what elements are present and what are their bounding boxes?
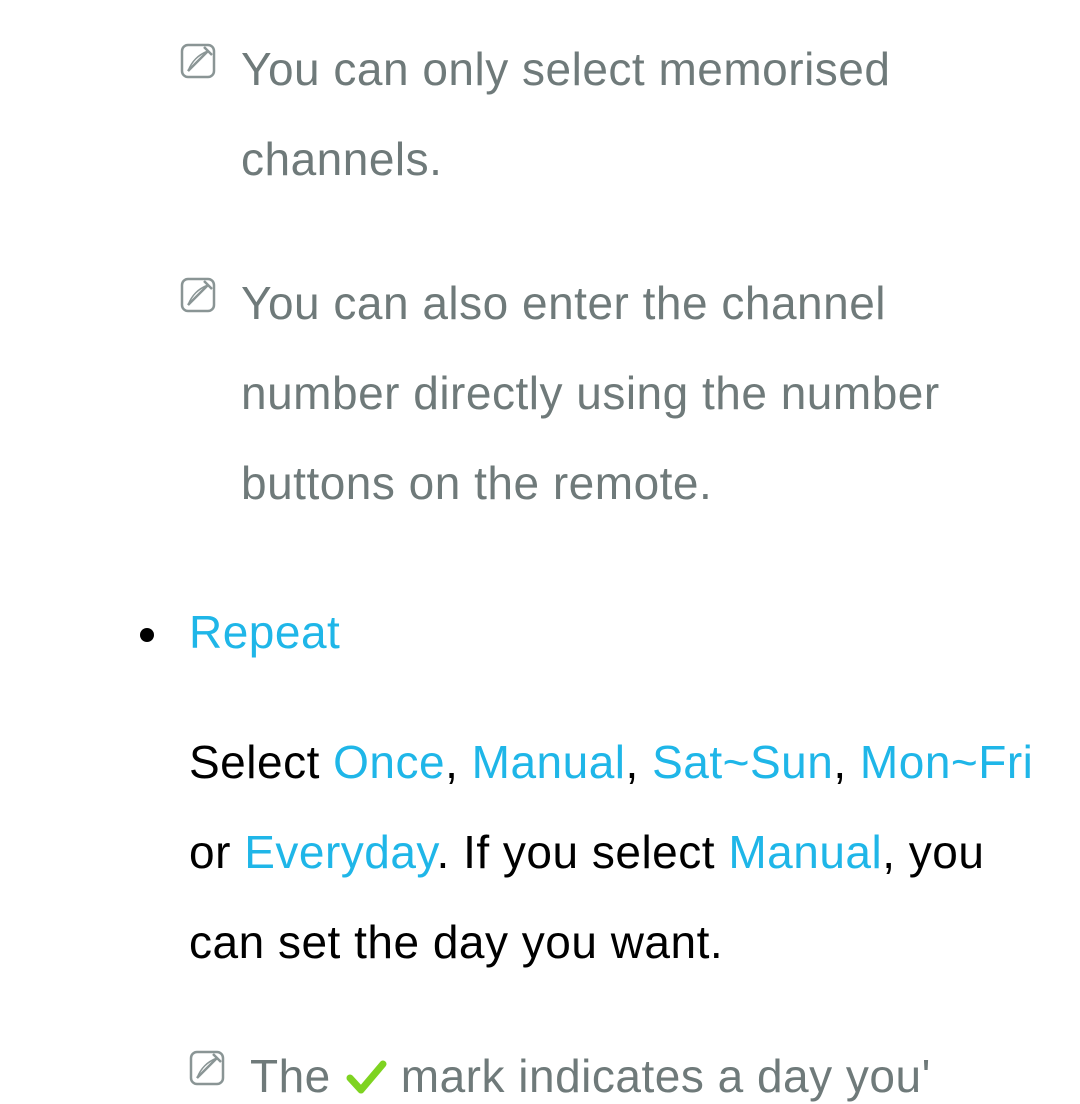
- repeat-heading: Repeat: [189, 588, 1040, 678]
- text: ,: [833, 736, 860, 788]
- text: Select: [189, 736, 333, 788]
- option-satsun: Sat~Sun: [652, 736, 833, 788]
- note-item: The mark indicates a day you': [189, 1032, 1040, 1104]
- note-item: You can also enter the channel number di…: [180, 259, 1040, 528]
- option-manual: Manual: [472, 736, 626, 788]
- text: The: [250, 1032, 331, 1104]
- note-icon: [180, 43, 216, 79]
- option-everyday: Everyday: [244, 826, 436, 878]
- checkmark-icon: [345, 1056, 387, 1098]
- note-text: You can also enter the channel number di…: [241, 259, 1040, 528]
- text: or: [189, 826, 244, 878]
- text: ,: [445, 736, 472, 788]
- option-monfri: Mon~Fri: [860, 736, 1033, 788]
- option-manual: Manual: [728, 826, 882, 878]
- bullet-item-repeat: Repeat Select Once, Manual, Sat~Sun, Mon…: [140, 588, 1040, 1104]
- note-icon: [189, 1050, 225, 1086]
- document-body: You can only select memorised channels. …: [0, 0, 1080, 1104]
- text: mark indicates a day you': [401, 1032, 931, 1104]
- bullet-body: Repeat Select Once, Manual, Sat~Sun, Mon…: [189, 588, 1040, 1104]
- text: . If you select: [437, 826, 729, 878]
- option-once: Once: [333, 736, 445, 788]
- repeat-paragraph: Select Once, Manual, Sat~Sun, Mon~Fri or…: [189, 718, 1040, 987]
- note-item: You can only select memorised channels.: [180, 25, 1040, 204]
- text: ,: [626, 736, 653, 788]
- note-text: You can only select memorised channels.: [241, 25, 1040, 204]
- note-icon: [180, 277, 216, 313]
- note-text: The mark indicates a day you': [250, 1032, 931, 1104]
- bullet-icon: [140, 628, 154, 642]
